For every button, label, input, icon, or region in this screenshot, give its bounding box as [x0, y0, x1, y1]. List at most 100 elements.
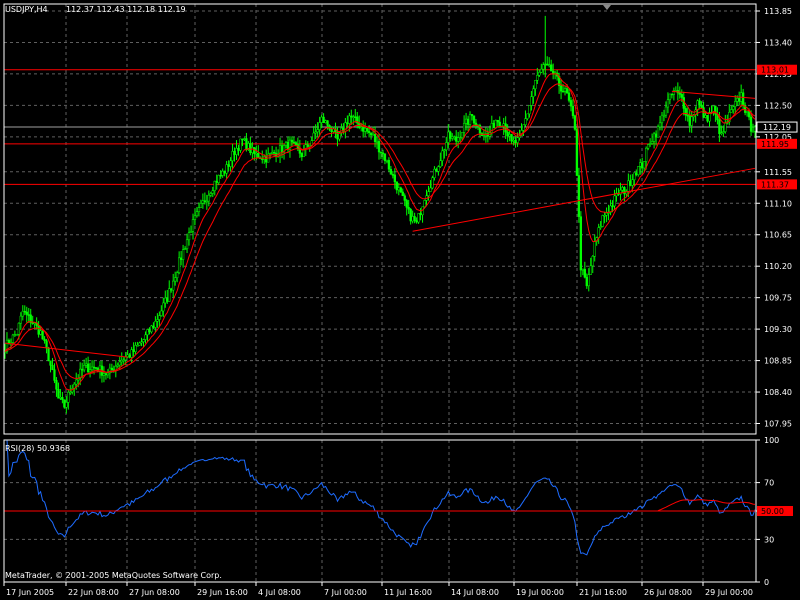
- price-tick-label: 110.20: [764, 262, 792, 271]
- candle-body: [102, 373, 106, 376]
- candle-body: [678, 92, 681, 95]
- candle-body: [427, 191, 430, 196]
- candle-body: [251, 147, 254, 153]
- candle-body: [118, 361, 121, 366]
- candle-body: [736, 98, 739, 102]
- candle-body: [179, 257, 183, 260]
- rsi-tick-label: 100: [764, 436, 779, 445]
- candle-body: [409, 209, 412, 222]
- candle-body: [646, 144, 650, 149]
- candle-body: [270, 151, 274, 154]
- candle-body: [92, 366, 96, 369]
- candle-body: [25, 311, 28, 315]
- candle-body: [352, 116, 355, 118]
- candle-body: [150, 325, 153, 333]
- candle-body: [231, 151, 234, 162]
- candle-body: [652, 133, 656, 142]
- candle-body: [393, 174, 396, 183]
- candle-body: [706, 115, 709, 122]
- candle-body: [132, 349, 135, 352]
- candle-body: [508, 134, 511, 137]
- candle-body: [13, 334, 17, 336]
- candle-body: [47, 347, 50, 362]
- candle-body: [718, 119, 721, 134]
- copyright-text: MetaTrader, © 2001-2005 MetaQuotes Softw…: [5, 571, 222, 580]
- candle-body: [641, 162, 644, 169]
- candle-body: [462, 123, 466, 133]
- candle-body: [284, 142, 288, 146]
- candle-body: [45, 340, 48, 349]
- candle-body: [217, 175, 220, 183]
- candle-body: [31, 322, 34, 324]
- candle-body: [571, 105, 575, 116]
- candle-body: [496, 119, 499, 123]
- candle-body: [340, 127, 343, 133]
- candle-body: [441, 150, 444, 161]
- candle-body: [599, 226, 602, 228]
- candle-body: [637, 166, 640, 175]
- candle-body: [371, 134, 375, 136]
- candle-body: [164, 297, 167, 304]
- candle-body: [468, 114, 472, 125]
- candle-body: [223, 170, 226, 174]
- candle-body: [193, 215, 197, 220]
- candle-body: [94, 367, 98, 369]
- candle-body: [354, 116, 357, 118]
- candle-body: [741, 92, 745, 106]
- candle-body: [316, 129, 319, 133]
- candle-body: [419, 213, 422, 216]
- candle-body: [346, 122, 349, 124]
- price-tick-label: 109.75: [764, 294, 792, 303]
- rsi-tick-label: 70: [764, 479, 774, 488]
- candle-body: [439, 160, 442, 167]
- candle-body: [237, 148, 240, 151]
- chart-canvas[interactable]: 113.85113.40112.95112.50112.05111.55111.…: [0, 0, 800, 600]
- candle-body: [532, 88, 535, 97]
- candle-body: [563, 88, 567, 92]
- candle-body: [197, 207, 201, 212]
- candle-body: [272, 151, 276, 154]
- candle-body: [605, 212, 608, 216]
- price-tick-label: 108.40: [764, 388, 792, 397]
- candle-body: [350, 115, 353, 118]
- candle-body: [364, 128, 367, 132]
- candle-body: [704, 115, 707, 118]
- candle-body: [146, 329, 149, 336]
- candle-body: [375, 141, 379, 143]
- candle-body: [498, 121, 501, 127]
- candle-body: [648, 143, 652, 145]
- candle-body: [522, 124, 525, 131]
- candle-body: [90, 366, 94, 371]
- candle-body: [639, 162, 642, 167]
- time-tick-label: 19 Jul 00:00: [516, 588, 564, 597]
- candle-body: [110, 367, 114, 371]
- candle-body: [724, 122, 727, 132]
- candle-body: [530, 96, 533, 106]
- candle-body: [69, 391, 72, 394]
- symbol-label: USDJPY,H4: [5, 5, 48, 14]
- candle-body: [569, 100, 573, 107]
- candle-body: [241, 138, 244, 141]
- candle-body: [656, 126, 660, 138]
- candle-body: [631, 179, 634, 186]
- candle-body: [308, 145, 311, 147]
- candle-body: [464, 118, 468, 124]
- candle-body: [152, 325, 155, 328]
- candle-body: [162, 302, 165, 312]
- candle-body: [405, 200, 408, 208]
- rsi-label: RSI(28) 50.9368: [5, 444, 70, 453]
- candle-body: [720, 132, 723, 134]
- candle-body: [306, 144, 309, 147]
- candle-body: [21, 310, 24, 317]
- time-tick-label: 7 Jul 00:00: [324, 588, 367, 597]
- candle-body: [577, 175, 581, 217]
- candle-body: [116, 364, 119, 367]
- candle-body: [391, 174, 395, 176]
- candle-body: [185, 239, 189, 249]
- candle-body: [381, 152, 385, 155]
- time-tick-label: 4 Jul 08:00: [258, 588, 301, 597]
- time-tick-label: 29 Jun 16:00: [197, 588, 248, 597]
- rsi-tick-label: 0: [764, 578, 769, 587]
- candle-body: [280, 145, 284, 153]
- candle-body: [219, 175, 222, 177]
